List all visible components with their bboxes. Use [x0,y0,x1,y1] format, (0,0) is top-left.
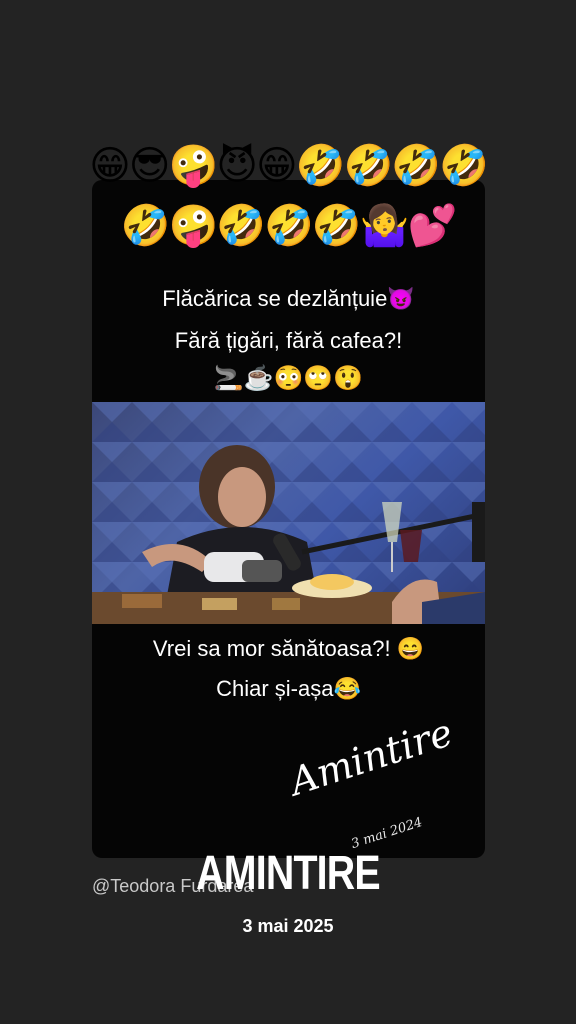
caption-line-1: Flăcărica se dezlănțuie😈 [162,286,415,311]
emoji-row-second: 🤣🤪🤣🤣🤣🤷‍♀️💕 [120,203,458,249]
memory-date: 3 mai 2025 [242,916,334,936]
memory-title: AMINTIRE [196,847,380,900]
video-scene [92,402,485,624]
caption-emoji-line: 🚬☕😳🙄😲 [213,365,364,392]
video-frame[interactable] [92,402,485,624]
caption-line-2: Fără țigări, fără cafea?! [174,328,403,353]
emoji-row-top: 😁😎🤪😈😁🤣🤣🤣🤣 [89,143,489,189]
caption-line-5: Chiar și-așa😂 [216,676,361,701]
caption-line-4: Vrei sa mor sănătoasa?! 😄 [152,636,425,661]
